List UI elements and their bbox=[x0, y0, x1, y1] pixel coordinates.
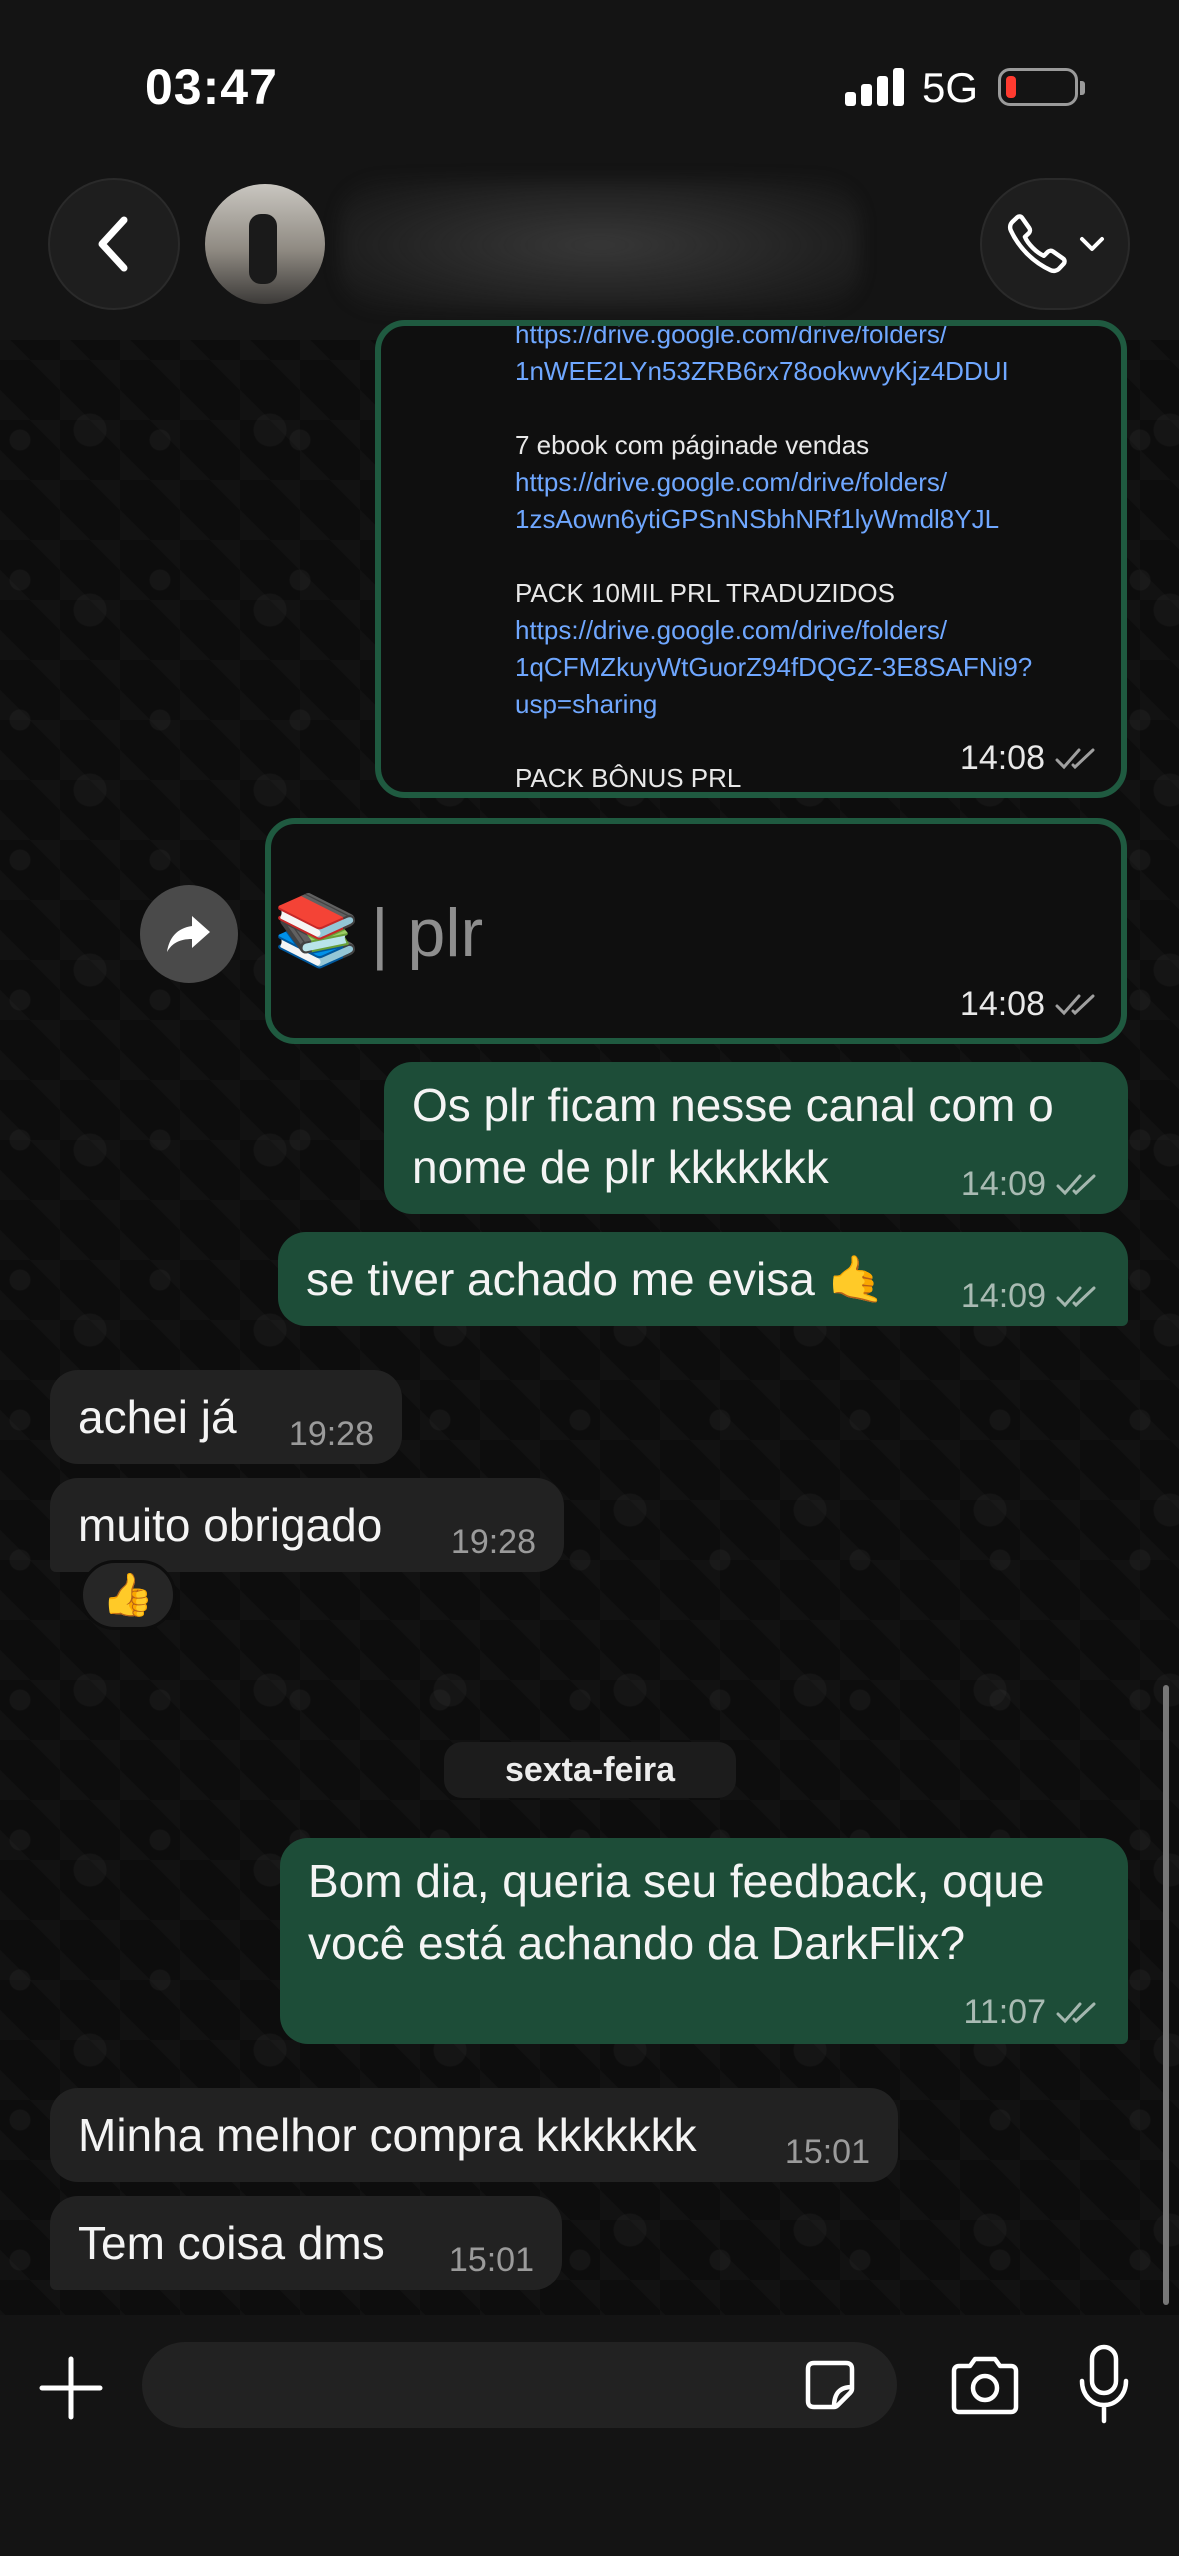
message-meta: 14:09 bbox=[961, 1165, 1100, 1204]
drive-link[interactable]: https://drive.google.com/drive/folders/ bbox=[515, 612, 947, 649]
drive-link[interactable]: 1qCFMZkuyWtGuorZ94fDQGZ-3E8SAFNi9? bbox=[515, 649, 1032, 686]
message-text: Bom dia, queria seu feedback, oque você … bbox=[308, 1855, 1045, 1969]
message-time: 15:01 bbox=[784, 2133, 870, 2171]
drive-link[interactable]: https://drive.google.com/drive/folders/ bbox=[515, 326, 947, 353]
incoming-message[interactable]: Minha melhor compra kkkkkkk 15:01 bbox=[50, 2088, 898, 2182]
message-meta: 11:07 bbox=[963, 1993, 1100, 2032]
message-time: 15:01 bbox=[448, 2241, 534, 2279]
double-check-icon bbox=[1056, 2002, 1096, 2023]
message-text: se tiver achado me evisa 🤙 bbox=[306, 1253, 885, 1305]
message-text: muito obrigado bbox=[78, 1499, 383, 1551]
microphone-icon[interactable] bbox=[1076, 2343, 1132, 2427]
message-meta: 19:28 bbox=[289, 1415, 374, 1454]
forward-arrow-icon bbox=[167, 916, 210, 952]
double-check-icon bbox=[1055, 994, 1095, 1015]
incoming-message[interactable]: Tem coisa dms 15:01 bbox=[50, 2196, 562, 2290]
sticker-icon[interactable] bbox=[800, 2355, 860, 2415]
message-text: Tem coisa dms bbox=[78, 2217, 385, 2269]
signal-icon bbox=[845, 66, 905, 106]
battery-icon bbox=[998, 68, 1085, 106]
document-message[interactable]: https://drive.google.com/drive/folders/1… bbox=[375, 320, 1127, 798]
message-text: Minha melhor compra kkkkkkk bbox=[78, 2109, 697, 2161]
outgoing-message[interactable]: Os plr ficam nesse canal com o nome de p… bbox=[384, 1062, 1128, 1214]
message-text: achei já bbox=[78, 1391, 237, 1443]
forward-button[interactable] bbox=[140, 885, 238, 983]
double-check-icon bbox=[1055, 748, 1095, 769]
document-text-line: 7 ebook com páginade vendas bbox=[515, 430, 870, 460]
forwarded-message[interactable]: 📚 | plr 14:08 bbox=[265, 818, 1127, 1044]
contact-avatar[interactable] bbox=[205, 184, 325, 304]
plus-icon[interactable] bbox=[38, 2355, 104, 2421]
message-time: 14:08 bbox=[959, 985, 1045, 1023]
forwarded-text: | plr bbox=[371, 895, 484, 971]
reaction-badge[interactable]: 👍 bbox=[80, 1560, 176, 1630]
back-button[interactable] bbox=[48, 178, 180, 310]
message-meta: 19:28 bbox=[451, 1523, 536, 1562]
message-meta: 14:09 bbox=[961, 1277, 1100, 1316]
chevron-down-icon bbox=[1080, 237, 1104, 251]
message-time: 14:09 bbox=[960, 1277, 1046, 1315]
chat-header bbox=[0, 150, 1179, 340]
books-emoji: 📚 bbox=[273, 891, 361, 969]
message-time: 19:28 bbox=[450, 1523, 536, 1561]
contact-name-redacted[interactable] bbox=[340, 180, 860, 310]
document-text-line: PACK 10MIL PRL TRADUZIDOS bbox=[515, 578, 895, 608]
message-time: 11:07 bbox=[963, 1993, 1046, 2031]
message-meta: 14:08 bbox=[960, 985, 1099, 1024]
message-meta: 15:01 bbox=[449, 2241, 534, 2280]
call-button[interactable] bbox=[980, 178, 1130, 310]
document-text-line: PACK BÔNUS PRL bbox=[515, 763, 742, 793]
camera-icon[interactable] bbox=[948, 2353, 1022, 2417]
double-check-icon bbox=[1056, 1174, 1096, 1195]
drive-link[interactable]: 1nWEE2LYn53ZRB6rx78ookwvyKjz4DDUI bbox=[515, 353, 1009, 390]
outgoing-message[interactable]: Bom dia, queria seu feedback, oque você … bbox=[280, 1838, 1128, 2044]
network-label: 5G bbox=[922, 64, 979, 111]
message-meta: 14:08 bbox=[960, 739, 1099, 778]
incoming-message[interactable]: achei já 19:28 bbox=[50, 1370, 402, 1464]
message-time: 19:28 bbox=[288, 1415, 374, 1453]
chevron-left-icon bbox=[98, 216, 128, 272]
message-input[interactable] bbox=[142, 2342, 897, 2428]
double-check-icon bbox=[1056, 1286, 1096, 1307]
incoming-message[interactable]: muito obrigado 19:28 bbox=[50, 1478, 564, 1572]
phone-icon bbox=[1007, 214, 1067, 274]
outgoing-message[interactable]: se tiver achado me evisa 🤙 14:09 bbox=[278, 1232, 1128, 1326]
message-meta: 15:01 bbox=[785, 2133, 870, 2172]
message-time: 14:09 bbox=[960, 1165, 1046, 1203]
status-time: 03:47 bbox=[145, 59, 278, 115]
day-separator: sexta-feira bbox=[444, 1742, 736, 1798]
drive-link[interactable]: https://drive.google.com/drive/folders/ bbox=[515, 464, 947, 501]
drive-link[interactable]: usp=sharing bbox=[515, 686, 657, 723]
scrollbar[interactable] bbox=[1163, 1685, 1169, 2305]
composer-bar bbox=[0, 2315, 1179, 2556]
status-bar: 03:47 5G bbox=[0, 0, 1179, 170]
drive-link[interactable]: 1zsAown6ytiGPSnNSbhNRf1lyWmdl8YJL bbox=[515, 501, 999, 538]
message-time: 14:08 bbox=[959, 739, 1045, 777]
